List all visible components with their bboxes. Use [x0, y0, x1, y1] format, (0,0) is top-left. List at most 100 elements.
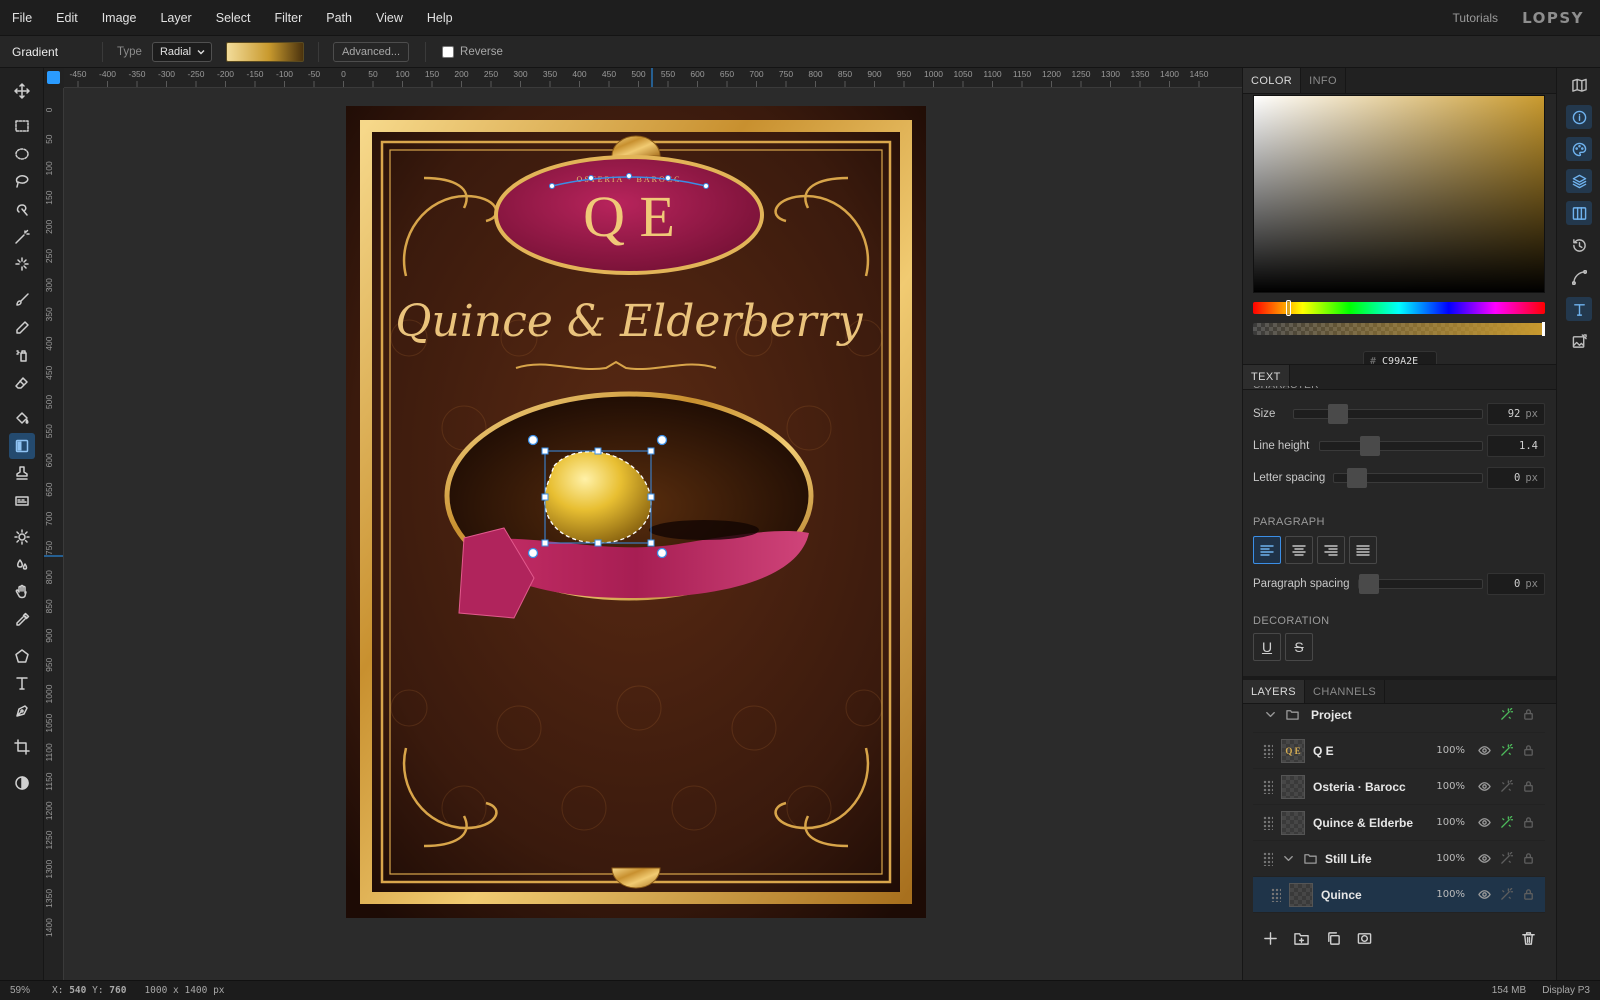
paragraph-spacing-slider[interactable]: [1357, 574, 1483, 594]
tab-info[interactable]: INFO: [1301, 68, 1347, 93]
polygon-tool[interactable]: [9, 643, 35, 669]
mask-button[interactable]: [1351, 926, 1377, 950]
ellipse-select-tool[interactable]: [9, 141, 35, 167]
menu-select[interactable]: Select: [204, 11, 263, 25]
paths-button[interactable]: [1566, 265, 1592, 289]
spray-tool[interactable]: [9, 342, 35, 368]
layer-row-still-life[interactable]: Still Life 100%: [1253, 841, 1545, 877]
tab-color[interactable]: COLOR: [1243, 68, 1302, 93]
menu-filter[interactable]: Filter: [262, 11, 314, 25]
effects-icon[interactable]: [1495, 849, 1517, 869]
text-tool[interactable]: [9, 670, 35, 696]
alpha-slider[interactable]: [1253, 322, 1545, 336]
eye-icon[interactable]: [1473, 849, 1495, 869]
size-slider-knob[interactable]: [1328, 404, 1349, 424]
rect-select-tool[interactable]: [9, 113, 35, 139]
letter-spacing-input[interactable]: 0 px: [1487, 467, 1545, 489]
menu-help[interactable]: Help: [415, 11, 465, 25]
lock-icon[interactable]: [1517, 705, 1539, 725]
duplicate-layer-button[interactable]: [1320, 926, 1346, 950]
letter-spacing-slider[interactable]: [1333, 468, 1483, 488]
drag-handle-icon[interactable]: [1271, 887, 1281, 902]
eye-icon[interactable]: [1473, 741, 1495, 761]
reverse-option[interactable]: Reverse: [442, 45, 503, 58]
pattern-tool[interactable]: [9, 488, 35, 514]
effects-icon[interactable]: [1495, 741, 1517, 761]
layer-row-osteria[interactable]: Osteria · Barocc 100%: [1253, 769, 1545, 805]
saturation-value-picker[interactable]: [1253, 95, 1545, 293]
magic-wand-tool[interactable]: [9, 224, 35, 250]
menu-view[interactable]: View: [364, 11, 415, 25]
drag-handle-icon[interactable]: [1263, 851, 1273, 866]
gradient-preview-swatch[interactable]: [225, 41, 304, 62]
alpha-slider-thumb[interactable]: [1542, 322, 1545, 336]
menu-path[interactable]: Path: [314, 11, 364, 25]
eye-icon[interactable]: [1473, 885, 1495, 905]
lock-icon[interactable]: [1517, 813, 1539, 833]
pen-tool[interactable]: [9, 698, 35, 724]
fill-tool[interactable]: [9, 405, 35, 431]
menu-image[interactable]: Image: [90, 11, 149, 25]
size-input[interactable]: 92 px: [1487, 403, 1545, 425]
history-button[interactable]: [1566, 233, 1592, 257]
add-layer-button[interactable]: [1257, 926, 1283, 950]
chevron-down-icon[interactable]: [1259, 705, 1281, 725]
brush-tool[interactable]: [9, 287, 35, 313]
align-justify-button[interactable]: [1349, 536, 1377, 564]
layer-row-title[interactable]: Quince & Elderbe 100%: [1253, 805, 1545, 841]
layer-row-quince[interactable]: Quince 100%: [1253, 877, 1545, 913]
drag-handle-icon[interactable]: [1263, 779, 1273, 794]
align-left-button[interactable]: [1253, 536, 1281, 564]
letter-spacing-slider-knob[interactable]: [1347, 468, 1368, 488]
chevron-down-icon[interactable]: [1277, 849, 1299, 869]
layer-row-qe[interactable]: Q E Q E 100%: [1253, 733, 1545, 769]
channels-button[interactable]: [1566, 201, 1592, 225]
blur-tool[interactable]: [9, 552, 35, 578]
drag-handle-icon[interactable]: [1263, 815, 1273, 830]
contrast-tool[interactable]: [9, 770, 35, 796]
advanced-button[interactable]: Advanced...: [332, 41, 410, 62]
paragraph-spacing-slider-knob[interactable]: [1358, 574, 1379, 594]
line-height-input[interactable]: 1.4: [1487, 435, 1545, 457]
menu-layer[interactable]: Layer: [148, 11, 203, 25]
text-panel-button[interactable]: [1566, 297, 1592, 321]
align-right-button[interactable]: [1317, 536, 1345, 564]
layer-row-project[interactable]: Project: [1253, 697, 1545, 733]
eye-icon[interactable]: [1473, 813, 1495, 833]
line-height-slider[interactable]: [1319, 436, 1483, 456]
document-canvas[interactable]: Q E OSTERIA · BAROCC Quince & Elderberry: [64, 88, 1242, 980]
zoom-level[interactable]: 59%: [0, 985, 44, 996]
eyedropper-tool[interactable]: [9, 607, 35, 633]
eye-icon[interactable]: [1473, 777, 1495, 797]
delete-layer-button[interactable]: [1515, 926, 1541, 950]
strikethrough-button[interactable]: S: [1285, 633, 1313, 661]
gradient-type-select[interactable]: Radial: [151, 41, 212, 62]
layers-button[interactable]: [1566, 169, 1592, 193]
adjustments-button[interactable]: [1566, 329, 1592, 353]
align-center-button[interactable]: [1285, 536, 1313, 564]
effects-icon[interactable]: [1495, 777, 1517, 797]
hue-slider[interactable]: [1253, 300, 1545, 316]
eraser-tool[interactable]: [9, 370, 35, 396]
lock-icon[interactable]: [1517, 777, 1539, 797]
ruler-origin-square[interactable]: [47, 71, 60, 84]
crop-tool[interactable]: [9, 734, 35, 760]
color-button[interactable]: [1566, 137, 1592, 161]
navigator-button[interactable]: [1566, 73, 1592, 97]
line-height-slider-knob[interactable]: [1360, 436, 1381, 456]
size-slider[interactable]: [1293, 404, 1483, 424]
effects-icon[interactable]: [1495, 813, 1517, 833]
tutorials-link[interactable]: Tutorials: [1452, 11, 1498, 25]
info-button[interactable]: [1566, 105, 1592, 129]
pencil-tool[interactable]: [9, 315, 35, 341]
hand-tool[interactable]: [9, 579, 35, 605]
menu-edit[interactable]: Edit: [44, 11, 90, 25]
lock-icon[interactable]: [1517, 885, 1539, 905]
lock-icon[interactable]: [1517, 849, 1539, 869]
effects-icon[interactable]: [1495, 885, 1517, 905]
sparkle-tool[interactable]: [9, 251, 35, 277]
add-group-button[interactable]: [1288, 926, 1314, 950]
quick-select-tool[interactable]: [9, 196, 35, 222]
move-tool[interactable]: [9, 78, 35, 104]
drag-handle-icon[interactable]: [1263, 743, 1273, 758]
